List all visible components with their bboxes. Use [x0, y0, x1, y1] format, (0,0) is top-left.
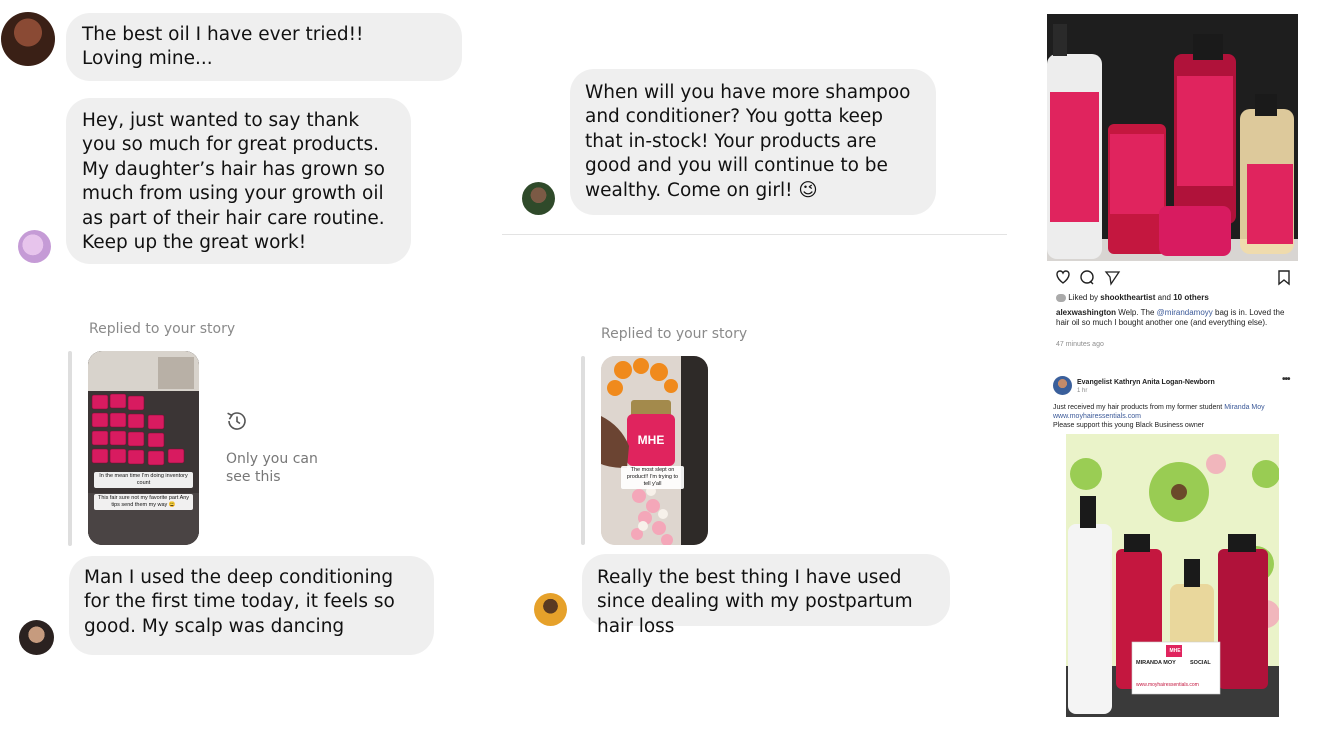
liked-by-and: and	[1157, 293, 1171, 302]
message-bubble: The best oil I have ever tried!! Loving …	[66, 13, 462, 81]
like-icon[interactable]	[1055, 268, 1073, 286]
avatar[interactable]	[534, 593, 567, 626]
post-photo[interactable]: MHE MIRANDA MOY SOCIAL www.moyhairessent…	[1066, 434, 1279, 717]
story-caption: In the mean time I'm doing inventory cou…	[94, 472, 193, 488]
story-thumbnail-image: MHE	[601, 356, 708, 545]
message-bubble: Hey, just wanted to say thank you so muc…	[66, 98, 411, 264]
comment-icon[interactable]	[1079, 268, 1097, 286]
business-card-name: MIRANDA MOY	[1136, 660, 1176, 666]
story-caption: The most slept on product!! I'm trying t…	[621, 466, 684, 489]
post-url[interactable]: www.moyhairessentials.com	[1053, 412, 1141, 421]
comment-username[interactable]: alexwashington	[1056, 308, 1116, 317]
story-thumbnail-image	[88, 351, 199, 545]
post-text-body: Just received my hair products from my f…	[1053, 404, 1223, 411]
story-caption: This fair sure not my favorite part Any …	[94, 494, 193, 510]
share-icon[interactable]	[1103, 268, 1121, 286]
product-photo	[1066, 434, 1279, 717]
business-card-url: www.moyhairessentials.com	[1136, 682, 1199, 688]
liked-by-user[interactable]: shooktheartist	[1100, 293, 1155, 302]
post-photo[interactable]	[1047, 14, 1298, 261]
avatar[interactable]	[1, 12, 55, 66]
story-reply-label: Replied to your story	[601, 326, 748, 342]
story-thumbnail[interactable]: In the mean time I'm doing inventory cou…	[88, 351, 199, 545]
story-reply-bar	[581, 356, 585, 545]
more-options-icon[interactable]: •••	[1282, 374, 1290, 385]
product-photo	[1047, 14, 1298, 261]
divider	[502, 234, 1007, 235]
story-reply-bar	[68, 351, 72, 546]
liked-by-others[interactable]: 10 others	[1173, 293, 1209, 302]
post-author[interactable]: Evangelist Kathryn Anita Logan-Newborn	[1077, 378, 1215, 387]
post-timestamp: 47 minutes ago	[1056, 341, 1104, 348]
post-text-body: Please support this young Black Business…	[1053, 422, 1204, 429]
message-bubble: Man I used the deep conditioning for the…	[69, 556, 434, 655]
avatar[interactable]	[522, 182, 555, 215]
story-reply-label: Replied to your story	[89, 321, 236, 337]
message-bubble: When will you have more shampoo and cond…	[570, 69, 936, 215]
post-text: Just received my hair products from my f…	[1053, 403, 1298, 412]
post-caption: alexwashington Welp. The @mirandamoyy ba…	[1056, 308, 1292, 327]
instagram-post: Liked by shooktheartist and 10 others al…	[1047, 14, 1298, 354]
liked-by-avatars-icon	[1056, 293, 1066, 302]
post-time: 1 hr	[1077, 388, 1088, 394]
svg-text:MHE: MHE	[638, 433, 665, 447]
history-icon	[227, 412, 246, 430]
message-bubble: Really the best thing I have used since …	[582, 554, 950, 637]
comment-text: Welp. The	[1118, 308, 1155, 317]
avatar[interactable]	[19, 620, 54, 655]
story-thumbnail[interactable]: MHE The most slept on product!! I'm tryi…	[601, 356, 708, 545]
comment-mention[interactable]: @mirandamoyy	[1157, 308, 1213, 317]
business-card-brand: MHE	[1169, 648, 1181, 654]
avatar[interactable]	[1053, 376, 1072, 395]
facebook-post: Evangelist Kathryn Anita Logan-Newborn 1…	[1047, 372, 1298, 722]
bookmark-icon[interactable]	[1277, 268, 1295, 286]
liked-by: Liked by shooktheartist and 10 others	[1056, 293, 1209, 303]
post-mention[interactable]: Miranda Moy	[1224, 404, 1264, 411]
liked-by-prefix: Liked by	[1068, 293, 1099, 302]
avatar[interactable]	[18, 230, 51, 263]
business-card-social: SOCIAL	[1190, 660, 1211, 666]
visibility-note: Only you can see this	[226, 451, 318, 485]
